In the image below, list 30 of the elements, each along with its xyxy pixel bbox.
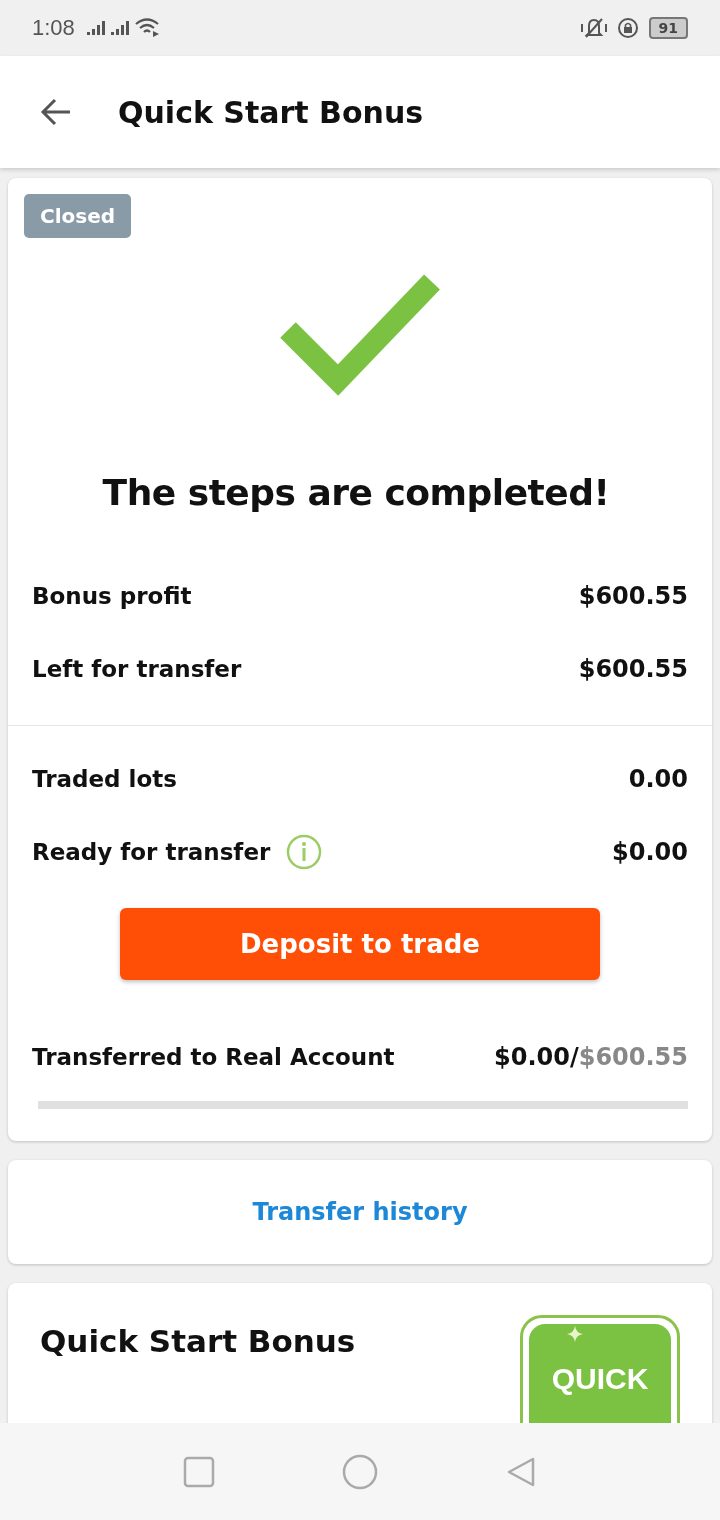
transferred-amount: $0.00/$600.55 <box>494 1042 688 1071</box>
signal-icon <box>86 21 105 35</box>
row-label: Transferred to Real Account <box>32 1043 395 1070</box>
row-label: Traded lots <box>32 765 177 792</box>
clock-time: 1:08 <box>32 15 75 41</box>
sparkle-icon <box>567 1326 583 1342</box>
promo-title: Quick Start Bonus <box>40 1323 356 1361</box>
row-label: Bonus profit <box>32 582 192 609</box>
row-value: 0.00 <box>628 764 688 793</box>
row-label: Left for transfer <box>32 655 242 682</box>
back-button[interactable] <box>40 97 72 127</box>
signal-icon <box>110 21 129 35</box>
status-badge: Closed <box>24 194 132 238</box>
wifi-icon <box>134 18 161 38</box>
battery-icon: 91 <box>648 17 688 39</box>
transfer-history-link[interactable]: Transfer history <box>252 1198 468 1226</box>
badge-text: QUICK <box>551 1362 649 1397</box>
deposit-button[interactable]: Deposit to trade <box>120 908 600 980</box>
row-value: $600.55 <box>578 654 688 683</box>
completion-heading: The steps are completed! <box>101 472 611 513</box>
home-icon[interactable] <box>342 1453 378 1490</box>
row-value: $600.55 <box>578 581 688 610</box>
back-arrow-icon <box>40 97 72 127</box>
recent-apps-icon[interactable] <box>183 1455 216 1488</box>
rotation-lock-icon <box>616 17 639 39</box>
checkmark-icon <box>280 272 440 398</box>
muted-bell-icon <box>580 17 607 39</box>
row-value: $0.00 <box>612 837 688 866</box>
page-title: Quick Start Bonus <box>118 94 424 130</box>
row-label: Ready for transfer <box>32 838 271 865</box>
